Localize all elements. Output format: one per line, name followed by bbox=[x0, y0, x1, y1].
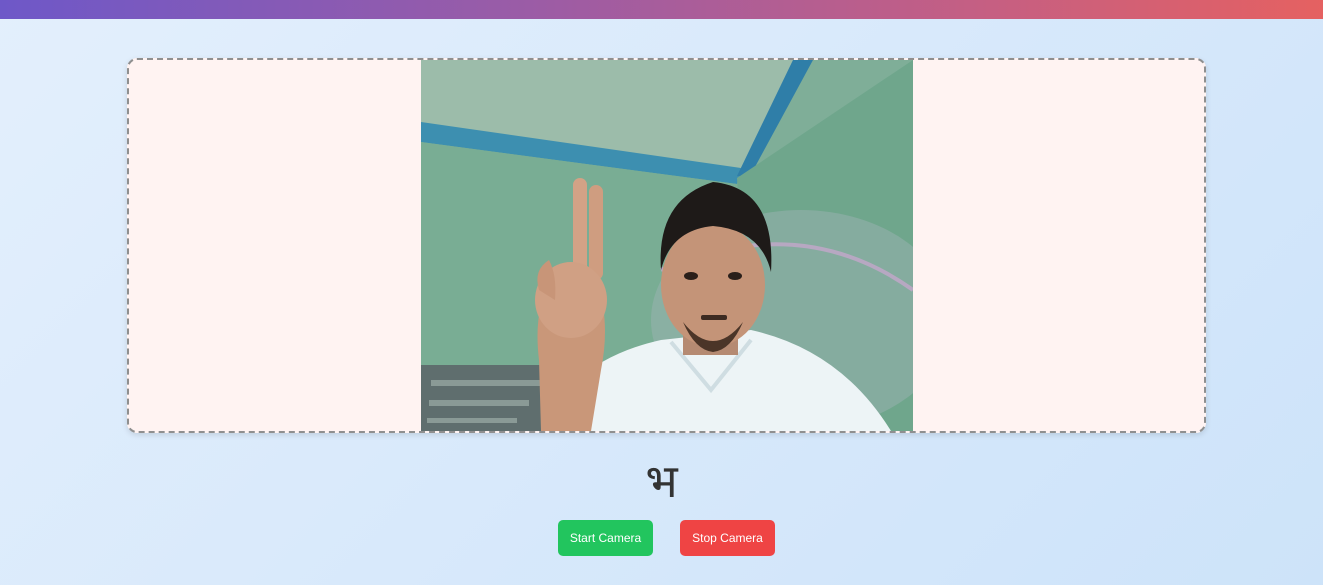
camera-frame bbox=[127, 58, 1206, 433]
start-camera-button[interactable]: Start Camera bbox=[558, 520, 653, 556]
camera-video-feed bbox=[421, 60, 913, 431]
stop-camera-button[interactable]: Stop Camera bbox=[680, 520, 775, 556]
predicted-character: भ bbox=[645, 454, 678, 508]
header-gradient-bar bbox=[0, 0, 1323, 19]
